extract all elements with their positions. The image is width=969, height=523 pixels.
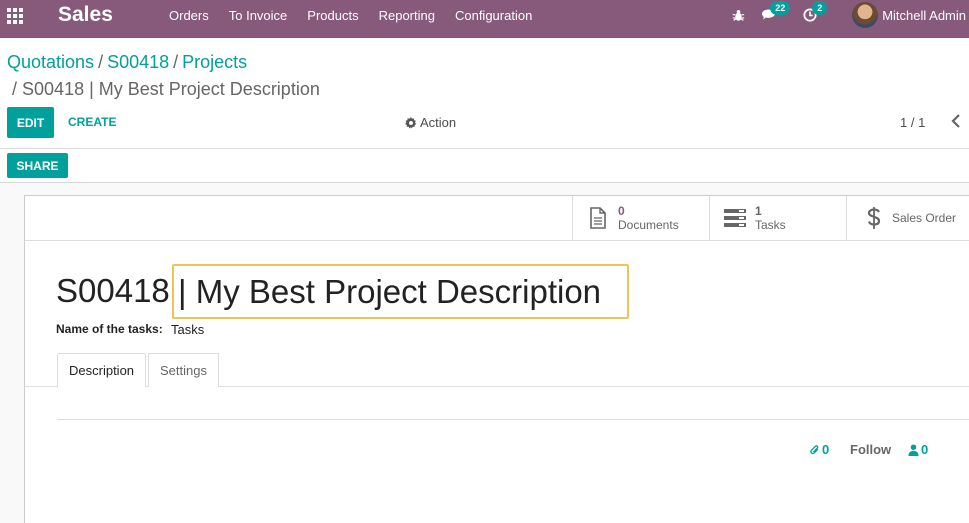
documents-count: 0 xyxy=(618,204,625,218)
control-panel-divider xyxy=(0,148,969,149)
menu-item-to-invoice[interactable]: To Invoice xyxy=(219,8,298,23)
tasks-label: Tasks xyxy=(755,218,786,232)
tasks-count: 1 xyxy=(755,204,762,218)
follow-button[interactable]: Follow xyxy=(850,442,891,457)
tasks-smart-button[interactable]: 1 Tasks xyxy=(709,196,846,240)
task-name-value[interactable]: Tasks xyxy=(171,322,204,337)
breadcrumb-separator: / xyxy=(12,79,18,99)
user-name[interactable]: Mitchell Admin xyxy=(882,8,966,23)
sales-order-smart-button[interactable]: Sales Order xyxy=(846,196,969,240)
paperclip-icon xyxy=(810,444,819,454)
followers-button[interactable]: 0 xyxy=(908,442,928,457)
followers-count: 0 xyxy=(921,442,929,457)
chevron-left-icon[interactable] xyxy=(949,113,963,129)
edit-button[interactable]: EDIT xyxy=(7,107,54,138)
chatter-topbar: 0 Follow 0 xyxy=(25,442,969,458)
messages-icon[interactable]: 22 xyxy=(758,1,791,25)
gear-icon xyxy=(405,116,417,128)
activities-clock-icon[interactable]: 2 xyxy=(800,1,828,25)
breadcrumb-separator: / xyxy=(98,52,104,72)
menu-item-configuration[interactable]: Configuration xyxy=(445,8,542,23)
documents-label: Documents xyxy=(618,218,679,232)
dollar-icon xyxy=(863,206,885,230)
app-brand[interactable]: Sales xyxy=(58,3,113,27)
menu-item-products[interactable]: Products xyxy=(297,8,368,23)
messages-count-badge: 22 xyxy=(770,1,791,15)
menu-item-reporting[interactable]: Reporting xyxy=(369,8,445,23)
description-divider xyxy=(57,419,969,420)
breadcrumb: Quotations / S00418/Projects xyxy=(7,51,247,73)
tasks-icon xyxy=(724,206,746,230)
tab-description[interactable]: Description xyxy=(57,353,147,388)
tab-settings[interactable]: Settings xyxy=(148,353,219,387)
activities-count-badge: 2 xyxy=(812,1,828,15)
breadcrumb-current: / S00418 | My Best Project Description xyxy=(12,78,320,100)
form-sheet: 0 Documents 1 Tasks Sales Order S00418 |… xyxy=(24,195,969,523)
main-menu: Orders To Invoice Products Reporting Con… xyxy=(159,0,542,30)
document-icon xyxy=(587,206,609,230)
notebook-tabs: Description Settings xyxy=(25,353,969,388)
project-title-prefix: S00418 xyxy=(56,272,170,309)
documents-smart-button[interactable]: 0 Documents xyxy=(572,196,709,240)
pager-value[interactable]: 1 / 1 xyxy=(900,115,925,130)
top-navbar: Sales Orders To Invoice Products Reporti… xyxy=(0,0,969,38)
smart-button-box: 0 Documents 1 Tasks Sales Order xyxy=(25,196,969,241)
create-button[interactable]: CREATE xyxy=(68,115,116,129)
action-dropdown[interactable]: Action xyxy=(405,115,456,130)
action-label: Action xyxy=(420,115,457,130)
attachments-count: 0 xyxy=(822,442,830,457)
sales-order-label: Sales Order xyxy=(892,211,957,225)
user-avatar[interactable] xyxy=(852,2,879,28)
breadcrumb-current-label: S00418 | My Best Project Description xyxy=(22,79,320,99)
apps-grid-icon[interactable] xyxy=(7,8,25,24)
systray: 22 2 Mitchell Admin xyxy=(728,0,969,30)
share-button[interactable]: SHARE xyxy=(7,153,68,178)
breadcrumb-separator: / xyxy=(173,52,179,72)
breadcrumb-projects[interactable]: Projects xyxy=(182,52,247,72)
task-name-label: Name of the tasks: xyxy=(56,322,163,336)
user-icon xyxy=(908,444,919,456)
bug-icon[interactable] xyxy=(728,5,748,25)
menu-item-orders[interactable]: Orders xyxy=(159,8,219,23)
attachments-button[interactable]: 0 xyxy=(809,442,829,457)
breadcrumb-quotations[interactable]: Quotations xyxy=(7,52,94,72)
breadcrumb-sale-order[interactable]: S00418 xyxy=(107,52,169,72)
project-name-input[interactable]: | My Best Project Description xyxy=(172,264,629,319)
